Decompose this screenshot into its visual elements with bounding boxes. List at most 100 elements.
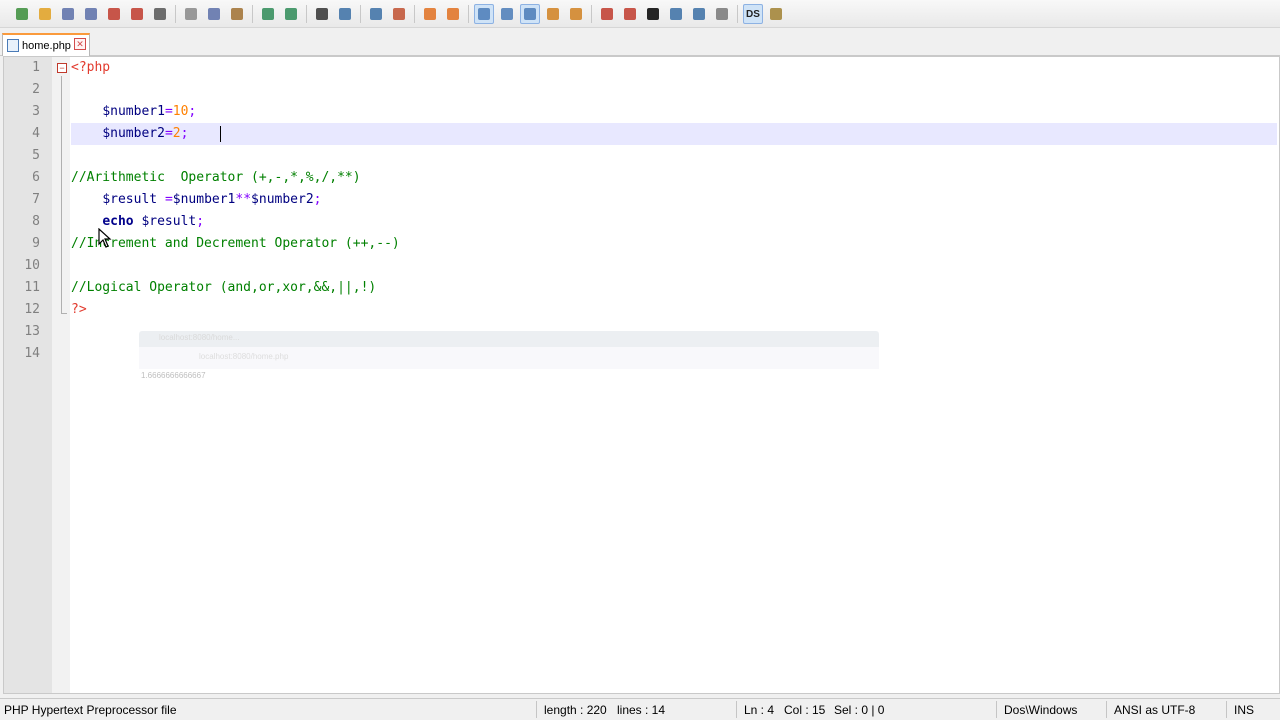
doc-map-button[interactable] xyxy=(566,4,586,24)
line-number: 9 xyxy=(32,236,40,251)
record-macro-button[interactable] xyxy=(620,4,640,24)
zoom-out-button[interactable] xyxy=(389,4,409,24)
tab-home-php[interactable]: home.php ✕ xyxy=(2,33,90,56)
code-token: //Arithmetic Operator (+,-,*,%,/,**) xyxy=(71,170,361,185)
ftp-icon xyxy=(770,8,782,20)
close-all-button[interactable] xyxy=(127,4,147,24)
code-token: ** xyxy=(235,192,252,207)
code-token: ?> xyxy=(71,302,87,317)
mouse-cursor-icon xyxy=(98,228,112,248)
status-file-type: PHP Hypertext Preprocessor file xyxy=(4,703,177,717)
print-button[interactable] xyxy=(150,4,170,24)
status-encoding[interactable]: ANSI as UTF-8 xyxy=(1114,703,1195,717)
find-icon xyxy=(316,8,328,20)
spell-check-button[interactable]: DS xyxy=(743,4,763,24)
undo-button[interactable] xyxy=(258,4,278,24)
code-token: ; xyxy=(313,192,322,207)
line-number: 7 xyxy=(32,192,40,207)
close-button[interactable] xyxy=(104,4,124,24)
paste-button[interactable] xyxy=(227,4,247,24)
zoom-in-icon xyxy=(370,8,382,20)
ghost-browser-window: localhost:8080/home... localhost:8080/ho… xyxy=(139,331,879,373)
paste-icon xyxy=(231,8,243,20)
status-divider xyxy=(536,701,537,718)
new-file-button[interactable] xyxy=(12,4,32,24)
function-list-icon xyxy=(601,8,613,20)
zoom-out-icon xyxy=(393,8,405,20)
fold-guide-end xyxy=(61,313,67,314)
php-file-icon xyxy=(7,39,19,52)
print-icon xyxy=(154,8,166,20)
ghost-browser-titlebar xyxy=(139,331,879,347)
status-mode[interactable]: INS xyxy=(1234,703,1254,717)
line-number: 14 xyxy=(24,346,40,361)
code-line[interactable]: $number2=2; xyxy=(71,123,188,145)
close-all-icon xyxy=(131,8,143,20)
function-list-button[interactable] xyxy=(597,4,617,24)
status-eol[interactable]: Dos\Windows xyxy=(1004,703,1077,717)
ftp-button[interactable] xyxy=(766,4,786,24)
stop-recording-button[interactable] xyxy=(643,4,663,24)
sync-vertical-icon xyxy=(424,8,436,20)
redo-button[interactable] xyxy=(281,4,301,24)
ghost-browser-url: localhost:8080/home.php xyxy=(199,352,289,361)
code-token: //Increment and Decrement Operator (++,-… xyxy=(71,236,400,251)
line-number: 4 xyxy=(32,126,40,141)
status-length: length : 220 xyxy=(544,703,607,717)
status-sel: Sel : 0 | 0 xyxy=(834,703,885,717)
ghost-browser-tab-title: localhost:8080/home... xyxy=(159,333,240,342)
show-all-chars-button[interactable] xyxy=(497,4,517,24)
code-line[interactable]: //Arithmetic Operator (+,-,*,%,/,**) xyxy=(71,167,361,189)
code-token: 10 xyxy=(172,104,189,119)
sync-horizontal-button[interactable] xyxy=(443,4,463,24)
sync-horizontal-icon xyxy=(447,8,459,20)
find-button[interactable] xyxy=(312,4,332,24)
text-caret xyxy=(220,126,221,142)
code-token: $number2 xyxy=(102,126,165,141)
open-file-button[interactable] xyxy=(35,4,55,24)
line-number: 3 xyxy=(32,104,40,119)
spell-check-icon: DS xyxy=(746,8,760,20)
status-col: Col : 15 xyxy=(784,703,826,717)
current-line-highlight xyxy=(71,123,1277,145)
cut-icon xyxy=(185,8,197,20)
code-line[interactable]: $result =$number1**$number2; xyxy=(71,189,322,211)
close-tab-icon[interactable]: ✕ xyxy=(74,38,86,50)
line-number: 12 xyxy=(24,302,40,317)
save-all-button[interactable] xyxy=(81,4,101,24)
code-line[interactable]: <?php xyxy=(71,57,110,79)
code-token: ; xyxy=(188,104,197,119)
code-token: = xyxy=(164,126,173,141)
indent-guide-button[interactable] xyxy=(520,4,540,24)
code-token: <?php xyxy=(71,60,111,75)
toolbar-separator xyxy=(252,5,253,23)
zoom-in-button[interactable] xyxy=(366,4,386,24)
cut-button[interactable] xyxy=(181,4,201,24)
save-macro-button[interactable] xyxy=(712,4,732,24)
word-wrap-button[interactable] xyxy=(474,4,494,24)
save-button[interactable] xyxy=(58,4,78,24)
sync-vertical-button[interactable] xyxy=(420,4,440,24)
code-line[interactable]: echo $result; xyxy=(71,211,204,233)
run-macro-multiple-button[interactable] xyxy=(689,4,709,24)
fold-toggle-icon[interactable]: − xyxy=(57,63,67,73)
line-number: 11 xyxy=(24,280,40,295)
code-line[interactable]: //Increment and Decrement Operator (++,-… xyxy=(71,233,400,255)
user-defined-lang-button[interactable] xyxy=(543,4,563,24)
copy-button[interactable] xyxy=(204,4,224,24)
playback-macro-button[interactable] xyxy=(666,4,686,24)
status-divider xyxy=(736,701,737,718)
word-wrap-icon xyxy=(478,8,490,20)
replace-button[interactable] xyxy=(335,4,355,24)
indent-guide-icon xyxy=(524,8,536,20)
code-line[interactable]: ?> xyxy=(71,299,87,321)
code-editor[interactable]: − <?php $number1=10; $number2=2; //Arithm… xyxy=(3,56,1280,694)
code-line[interactable]: $number1=10; xyxy=(71,101,196,123)
code-line[interactable]: //Logical Operator (and,or,xor,&&,||,!) xyxy=(71,277,376,299)
code-token: $number2 xyxy=(251,192,314,207)
status-divider xyxy=(1226,701,1227,718)
